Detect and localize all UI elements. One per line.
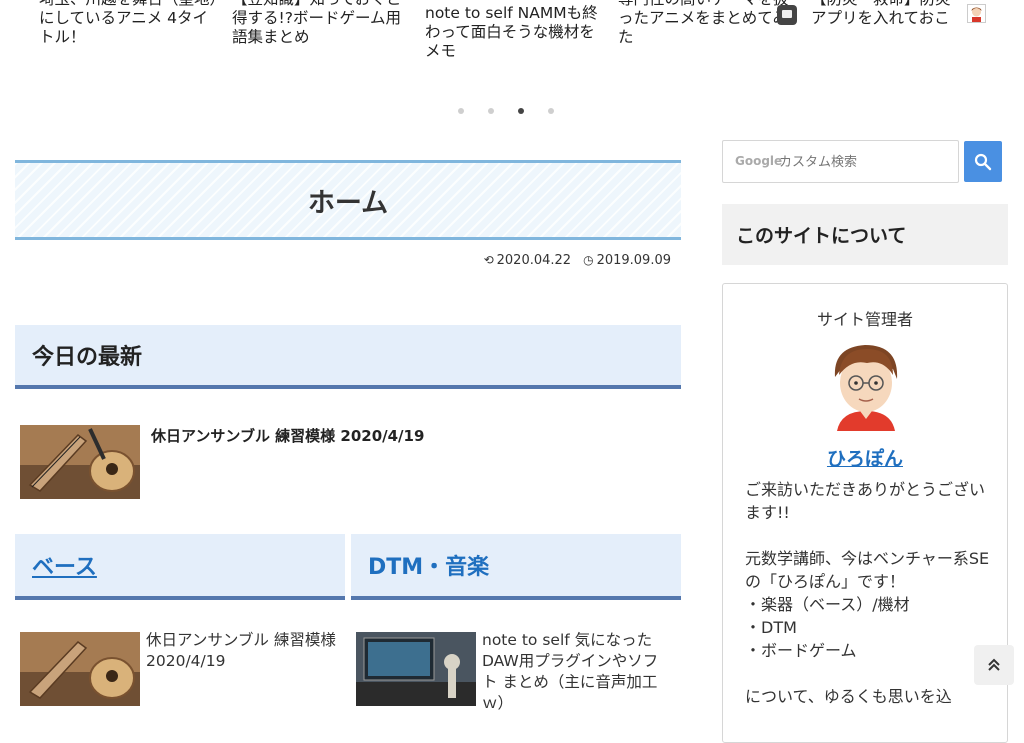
widget-title: このサイトについて (722, 204, 1008, 265)
carousel-dot[interactable] (488, 108, 494, 114)
carousel-slide[interactable]: 【豆知識】知っておくと得する!?ボードゲーム用語集まとめ (232, 0, 412, 47)
updated-date-wrap: ⟲ 2020.04.22 (484, 253, 572, 268)
carousel-pagination (458, 108, 554, 114)
search-button[interactable] (964, 141, 1002, 182)
back-to-top-button[interactable] (974, 645, 1014, 685)
history-icon: ⟲ (483, 253, 494, 267)
post-thumbnail[interactable] (20, 425, 140, 499)
post-dates: ⟲ 2020.04.22 ◷ 2019.09.09 (484, 253, 671, 268)
carousel-dot[interactable] (548, 108, 554, 114)
latest-post-card[interactable]: 休日アンサンブル 練習模様 2020/4/19 (20, 425, 660, 505)
clock-icon: ◷ (583, 253, 594, 267)
category-post-title[interactable]: 休日アンサンブル 練習模様 2020/4/19 (146, 630, 336, 672)
profile-name-link[interactable]: ひろぽん (723, 444, 1007, 471)
profile-description: ご来訪いただきありがとうございます!! 元数学講師、今はベンチャー系SEの「ひろ… (745, 480, 990, 706)
search-box: Google (722, 140, 959, 183)
carousel-dot-active[interactable] (518, 108, 524, 114)
search-icon (974, 153, 992, 170)
carousel-dot[interactable] (458, 108, 464, 114)
carousel-slide[interactable]: note to self NAMMも終わって面白そうな機材をメモ (425, 4, 605, 61)
avatar-small (967, 4, 986, 23)
updated-date: 2020.04.22 (496, 253, 572, 268)
post-thumbnail[interactable] (356, 632, 476, 706)
widget-title-text: このサイトについて (736, 225, 907, 247)
page-title: ホーム (307, 187, 389, 219)
profile-title: サイト管理者 (816, 310, 913, 329)
latest-post-title[interactable]: 休日アンサンブル 練習模様 2020/4/19 (151, 425, 424, 446)
related-carousel: 埼玉、川越を舞台（聖地）にしているアニメ 4タイトル！ 【豆知識】知っておくと得… (0, 0, 1024, 130)
carousel-slide-title[interactable]: 【防災・救命】防災アプリを入れておこう！ (811, 0, 961, 26)
chevron-double-up-icon (988, 658, 1000, 671)
post-thumbnail[interactable] (20, 632, 140, 706)
section-heading: 今日の最新 (15, 325, 681, 389)
profile-widget: サイト管理者 ひろぽん ご来訪いただきありがとうございます!! 元数学講師、今は… (722, 283, 1008, 743)
carousel-slide[interactable]: 専門性の高いテーマを扱ったアニメをまとめてみた (618, 0, 793, 47)
section-heading-text: 今日の最新 (32, 345, 143, 370)
carousel-slide[interactable]: 【防災・救命】防災アプリを入れておこう！ (811, 0, 961, 26)
category-post-title[interactable]: note to self 気になったDAW用プラグインやソフト まとめ（主に音声… (482, 630, 672, 714)
published-date-wrap: ◷ 2019.09.09 (583, 253, 671, 268)
carousel-slide-title[interactable]: 専門性の高いテーマを扱ったアニメをまとめてみた (618, 0, 793, 47)
chat-icon[interactable] (777, 5, 797, 25)
carousel-slide-title[interactable]: 【豆知識】知っておくと得する!?ボードゲーム用語集まとめ (232, 0, 412, 47)
category-link-bass[interactable]: ベース (32, 549, 97, 581)
category-heading-bass: ベース (15, 534, 345, 600)
category-post-item[interactable]: 休日アンサンブル 練習模様 2020/4/19 (20, 630, 350, 712)
carousel-slide-title[interactable]: note to self NAMMも終わって面白そうな機材をメモ (425, 4, 605, 61)
published-date: 2019.09.09 (596, 253, 671, 268)
category-post-item[interactable]: note to self 気になったDAW用プラグインやソフト まとめ（主に音声… (356, 630, 686, 714)
carousel-slide[interactable]: 埼玉、川越を舞台（聖地）にしているアニメ 4タイトル！ (39, 0, 219, 47)
profile-avatar (827, 339, 905, 431)
carousel-slide-title[interactable]: 埼玉、川越を舞台（聖地）にしているアニメ 4タイトル！ (39, 0, 219, 47)
category-link-dtm[interactable]: DTM・音楽 (368, 549, 489, 581)
search-input[interactable] (777, 150, 951, 174)
page-title-box: ホーム (15, 160, 681, 240)
search-brand: Google (735, 154, 783, 168)
category-heading-dtm: DTM・音楽 (351, 534, 681, 600)
